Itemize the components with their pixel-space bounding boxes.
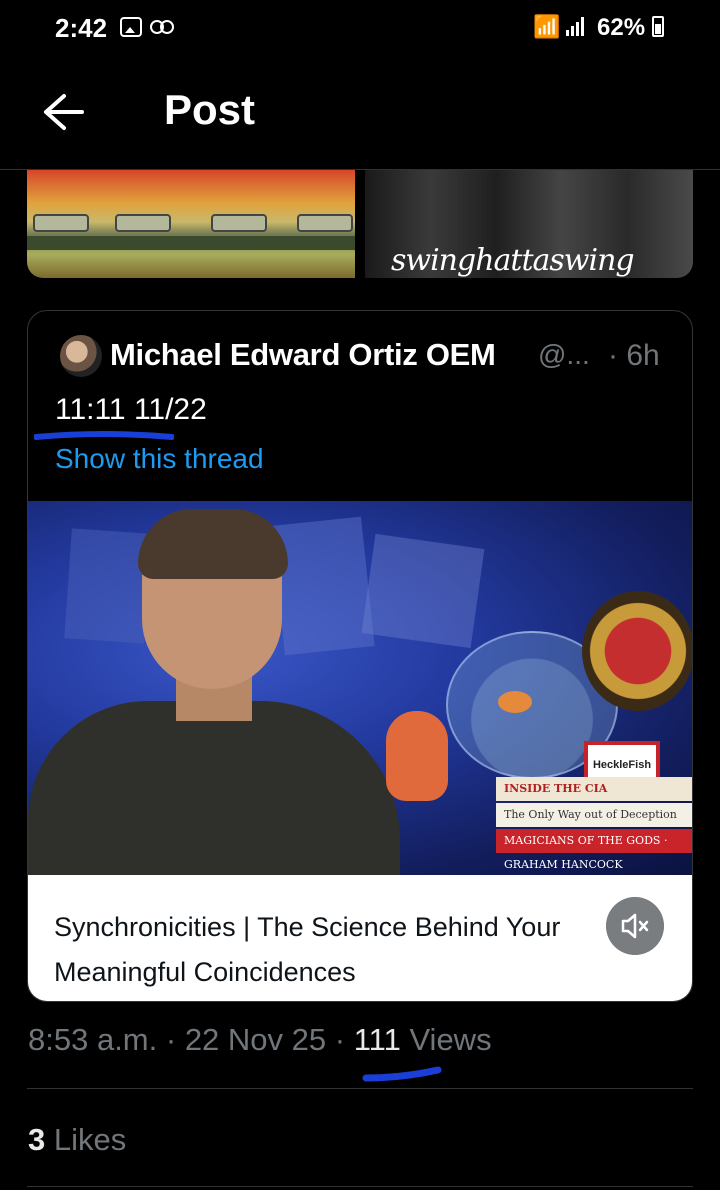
post-age: · 6h — [608, 339, 660, 372]
book-spine: INSIDE THE CIA — [496, 777, 692, 801]
status-bar: 2:42 📶 62% — [0, 0, 720, 58]
show-thread-link[interactable]: Show this thread — [55, 443, 264, 475]
divider — [27, 1088, 693, 1089]
turntable — [297, 214, 353, 232]
book-spine: MAGICIANS OF THE GODS · GRAHAM HANCOCK — [496, 829, 692, 871]
battery-percent: 62% — [597, 14, 646, 41]
post-meta: 8:53 a.m. · 22 Nov 25 · 111 Views — [28, 1022, 492, 1058]
wall-poster — [271, 516, 375, 656]
book-spine: The Only Way out of Deception — [496, 803, 692, 827]
likes-stat[interactable]: 3 Likes — [28, 1122, 126, 1158]
page-title: Post — [164, 86, 256, 133]
views-count: 111 — [353, 1022, 401, 1057]
table-band — [27, 236, 355, 250]
meta-separator: · — [326, 1022, 354, 1057]
views-label: Views — [400, 1022, 492, 1057]
turntable — [211, 214, 267, 232]
wall-poster — [361, 533, 485, 649]
signal-icon — [566, 16, 584, 36]
post-date: 22 Nov 25 — [184, 1022, 327, 1057]
link-card-title[interactable]: Synchronicities | The Science Behind You… — [28, 875, 692, 1001]
person-hair — [138, 509, 288, 579]
quoted-post-card[interactable]: Michael Edward Ortiz OEM @... · 6h 11:11… — [27, 310, 693, 1002]
championship-belt — [582, 591, 692, 711]
speaker-muted-icon[interactable] — [606, 897, 664, 955]
goldfish — [498, 691, 532, 713]
status-time: 2:42 — [55, 13, 108, 43]
media-image-right[interactable]: swinghattaswing — [365, 170, 693, 278]
likes-count: 3 — [28, 1122, 46, 1157]
person-torso — [28, 701, 400, 875]
link-card-title-line: Synchronicities | The Science Behind You… — [54, 912, 561, 942]
author-handle: @... — [538, 339, 590, 370]
link-card-title-line: Meaningful Coincidences — [54, 957, 356, 987]
avatar[interactable] — [60, 335, 102, 377]
likes-label: Likes — [45, 1122, 127, 1157]
voicemail-icon — [150, 20, 174, 34]
battery-icon — [652, 16, 664, 37]
post-header: Post — [0, 58, 720, 170]
video-thumbnail[interactable]: HeckleFish INSIDE THE CIA The Only Way o… — [28, 501, 692, 875]
previous-media-row: swinghattaswing — [27, 170, 693, 280]
author-name[interactable]: Michael Edward Ortiz OEM — [110, 337, 496, 373]
image-icon — [120, 17, 142, 37]
meta-separator: · — [157, 1022, 185, 1057]
arrow-left-icon[interactable] — [42, 92, 86, 132]
toy-figure — [386, 711, 448, 801]
turntable — [33, 214, 89, 232]
media-image-left[interactable] — [27, 170, 355, 278]
wifi-icon: 📶 — [533, 14, 561, 39]
annotation-underline — [34, 431, 174, 440]
annotation-underline — [362, 1066, 442, 1082]
post-text: 11:11 11/22 — [55, 393, 207, 426]
turntable — [115, 214, 171, 232]
divider — [27, 1186, 693, 1187]
post-time: 8:53 a.m. — [28, 1022, 158, 1057]
media-caption: swinghattaswing — [391, 243, 635, 278]
wall-poster — [64, 528, 152, 644]
book-stack: INSIDE THE CIA The Only Way out of Decep… — [496, 777, 692, 875]
